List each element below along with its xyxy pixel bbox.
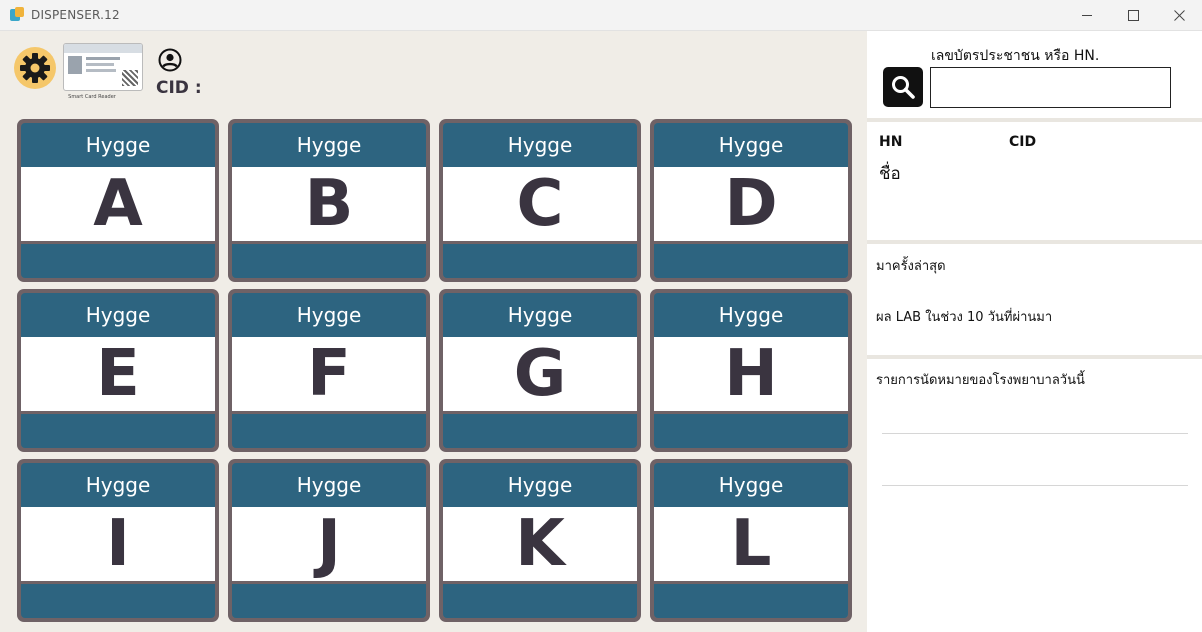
dispenser-status-bar (232, 244, 426, 278)
dispenser-letter: C (443, 167, 637, 241)
name-label: ชื่อ (879, 164, 901, 184)
dispenser-status-bar (21, 414, 215, 448)
gear-icon (20, 53, 50, 83)
dispenser-letter: I (21, 507, 215, 581)
dispenser-tile-e[interactable]: Hygge E (17, 289, 219, 452)
dispenser-brand: Hygge (21, 123, 215, 167)
dispenser-tile-f[interactable]: Hygge F (228, 289, 430, 452)
search-input[interactable] (930, 67, 1171, 108)
appointments-label: รายการนัดหมายของโรงพยาบาลวันนี้ (876, 373, 1085, 388)
minimize-icon (1081, 15, 1092, 16)
search-icon (892, 76, 915, 99)
maximize-icon (1127, 10, 1139, 21)
dispenser-tile-body: Hygge A (21, 123, 215, 278)
appointment-row[interactable] (882, 433, 1188, 434)
dispenser-letter: J (232, 507, 426, 581)
dispenser-tile-i[interactable]: Hygge I (17, 459, 219, 622)
dispenser-status-bar (654, 414, 848, 448)
last-visit-label: มาครั้งล่าสุด (876, 259, 946, 274)
reader-caption: Smart Card Reader (68, 94, 116, 100)
dispenser-status-bar (654, 584, 848, 618)
window-title: DISPENSER.12 (31, 8, 120, 22)
dispenser-letter: L (654, 507, 848, 581)
dispenser-status-bar (232, 584, 426, 618)
dispenser-tile-c[interactable]: Hygge C (439, 119, 641, 282)
dispenser-status-bar (232, 414, 426, 448)
maximize-button[interactable] (1110, 0, 1156, 31)
appointments-section: รายการนัดหมายของโรงพยาบาลวันนี้ (867, 359, 1202, 632)
dispenser-tile-k[interactable]: Hygge K (439, 459, 641, 622)
smart-card-reader: Smart Card Reader (63, 43, 145, 103)
appointment-row[interactable] (882, 485, 1188, 486)
close-button[interactable] (1156, 0, 1202, 31)
minimize-button[interactable] (1064, 0, 1110, 31)
close-icon (1173, 10, 1185, 21)
window-controls (1064, 0, 1202, 31)
dispenser-status-bar (21, 244, 215, 278)
user-circle-icon (158, 48, 182, 76)
id-card-image (63, 43, 143, 91)
dispenser-tile-j[interactable]: Hygge J (228, 459, 430, 622)
dispenser-brand: Hygge (232, 463, 426, 507)
patient-panel: เลขบัตรประชาชน หรือ HN. HN CID ชื่อ มาคร… (867, 31, 1202, 632)
settings-button[interactable] (14, 47, 56, 89)
dispenser-tile-body: Hygge J (232, 463, 426, 618)
dispenser-brand: Hygge (654, 463, 848, 507)
dispenser-tile-l[interactable]: Hygge L (650, 459, 852, 622)
dispenser-tile-body: Hygge D (654, 123, 848, 278)
dispenser-letter: B (232, 167, 426, 241)
dispenser-status-bar (443, 244, 637, 278)
dispenser-tile-b[interactable]: Hygge B (228, 119, 430, 282)
dispenser-letter: A (21, 167, 215, 241)
dispenser-tile-body: Hygge K (443, 463, 637, 618)
dispenser-letter: D (654, 167, 848, 241)
dispenser-panel: Smart Card Reader CID : Hygge A Hygge B Hygg… (0, 31, 867, 632)
dispenser-tile-body: Hygge H (654, 293, 848, 448)
dispenser-letter: H (654, 337, 848, 411)
search-section: เลขบัตรประชาชน หรือ HN. (867, 31, 1202, 118)
dispenser-brand: Hygge (443, 293, 637, 337)
dispenser-brand: Hygge (21, 293, 215, 337)
dispenser-tile-body: Hygge I (21, 463, 215, 618)
dispenser-brand: Hygge (654, 293, 848, 337)
dispenser-letter: K (443, 507, 637, 581)
dispenser-tile-g[interactable]: Hygge G (439, 289, 641, 452)
dispenser-brand: Hygge (443, 463, 637, 507)
dispenser-brand: Hygge (21, 463, 215, 507)
dispenser-status-bar (443, 584, 637, 618)
app-icon (10, 7, 24, 23)
dispenser-tile-body: Hygge C (443, 123, 637, 278)
dispenser-tile-body: Hygge F (232, 293, 426, 448)
history-section: มาครั้งล่าสุด ผล LAB ในช่วง 10 วันที่ผ่า… (867, 244, 1202, 355)
dispenser-tile-body: Hygge B (232, 123, 426, 278)
lab-results-label: ผล LAB ในช่วง 10 วันที่ผ่านมา (876, 310, 1053, 325)
patient-info-section: HN CID ชื่อ (867, 122, 1202, 240)
search-caption: เลขบัตรประชาชน หรือ HN. (931, 48, 1100, 64)
dispenser-letter: G (443, 337, 637, 411)
dispenser-status-bar (443, 414, 637, 448)
cid-label: CID : (156, 78, 202, 98)
search-button[interactable] (883, 67, 923, 107)
dispenser-letter: E (21, 337, 215, 411)
dispenser-tile-body: Hygge G (443, 293, 637, 448)
dispenser-brand: Hygge (232, 293, 426, 337)
dispenser-tile-body: Hygge E (21, 293, 215, 448)
dispenser-tile-h[interactable]: Hygge H (650, 289, 852, 452)
dispenser-tile-d[interactable]: Hygge D (650, 119, 852, 282)
dispenser-status-bar (654, 244, 848, 278)
dispenser-brand: Hygge (443, 123, 637, 167)
dispenser-status-bar (21, 584, 215, 618)
hn-label: HN (879, 134, 903, 150)
title-bar: DISPENSER.12 (0, 0, 1202, 31)
dispenser-tile-body: Hygge L (654, 463, 848, 618)
dispenser-brand: Hygge (654, 123, 848, 167)
dispenser-letter: F (232, 337, 426, 411)
dispenser-tile-a[interactable]: Hygge A (17, 119, 219, 282)
dispenser-brand: Hygge (232, 123, 426, 167)
cid-info-label: CID (1009, 134, 1037, 150)
